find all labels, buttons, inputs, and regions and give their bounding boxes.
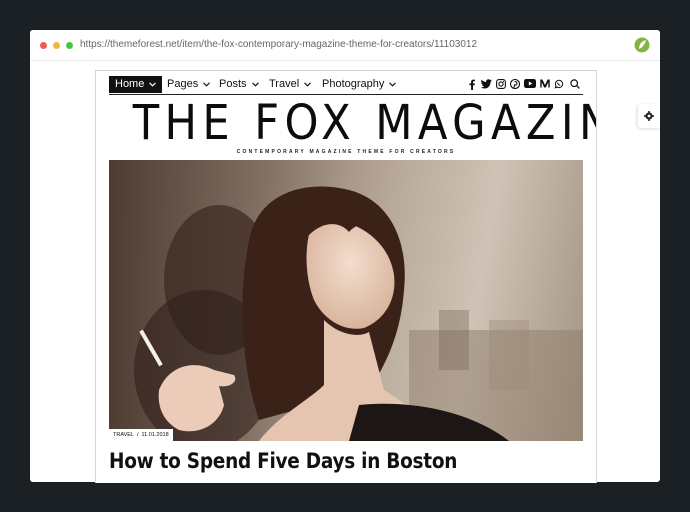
post-date: 11.01.2018 [141,432,169,438]
featured-photo [109,160,583,441]
nav-item-label: Home [115,78,145,90]
browser-toolbar: https://themeforest.net/item/the-fox-con… [30,30,660,61]
nav-item-photography[interactable]: Photography [322,76,397,93]
nav-item-posts[interactable]: Posts [219,76,259,93]
nav-item-label: Photography [322,78,385,90]
chevron-down-icon [203,82,211,87]
medium-icon[interactable] [540,79,550,91]
nav-item-pages[interactable]: Pages [167,76,211,93]
twitter-icon[interactable] [481,79,492,91]
facebook-icon[interactable] [469,79,475,91]
website-preview: Home Pages Posts Travel Photography THE … [95,70,597,483]
site-tagline: CONTEMPORARY MAGAZINE THEME FOR CREATORS [236,149,456,155]
search-icon[interactable] [570,79,580,91]
envato-leaf-icon[interactable] [634,37,650,53]
settings-tab[interactable] [638,104,660,128]
chevron-down-icon [149,82,157,87]
minimize-window-button[interactable] [53,42,60,49]
nav-item-label: Pages [167,78,199,90]
nav-item-travel[interactable]: Travel [269,76,312,93]
nav-item-home[interactable]: Home [109,76,163,93]
featured-post-image[interactable] [109,160,583,441]
youtube-icon[interactable] [524,79,536,91]
meta-separator: / [137,432,139,438]
maximize-window-button[interactable] [66,42,73,49]
close-window-button[interactable] [40,42,47,49]
instagram-icon[interactable] [496,79,506,91]
pinterest-icon[interactable] [510,79,520,91]
chevron-down-icon [251,82,259,87]
whatsapp-icon[interactable] [554,79,564,91]
nav-item-label: Travel [269,78,300,90]
site-logo-title[interactable]: THE FOX MAGAZINE [133,93,596,153]
post-category[interactable]: TRAVEL [113,432,134,438]
gear-icon [644,111,654,121]
address-bar-url[interactable]: https://themeforest.net/item/the-fox-con… [80,39,477,50]
nav-item-label: Posts [219,78,247,90]
post-meta-badge: TRAVEL/11.01.2018 [109,429,173,441]
chevron-down-icon [304,82,312,87]
chevron-down-icon [389,82,397,87]
post-title[interactable]: How to Spend Five Days in Boston [109,449,526,473]
